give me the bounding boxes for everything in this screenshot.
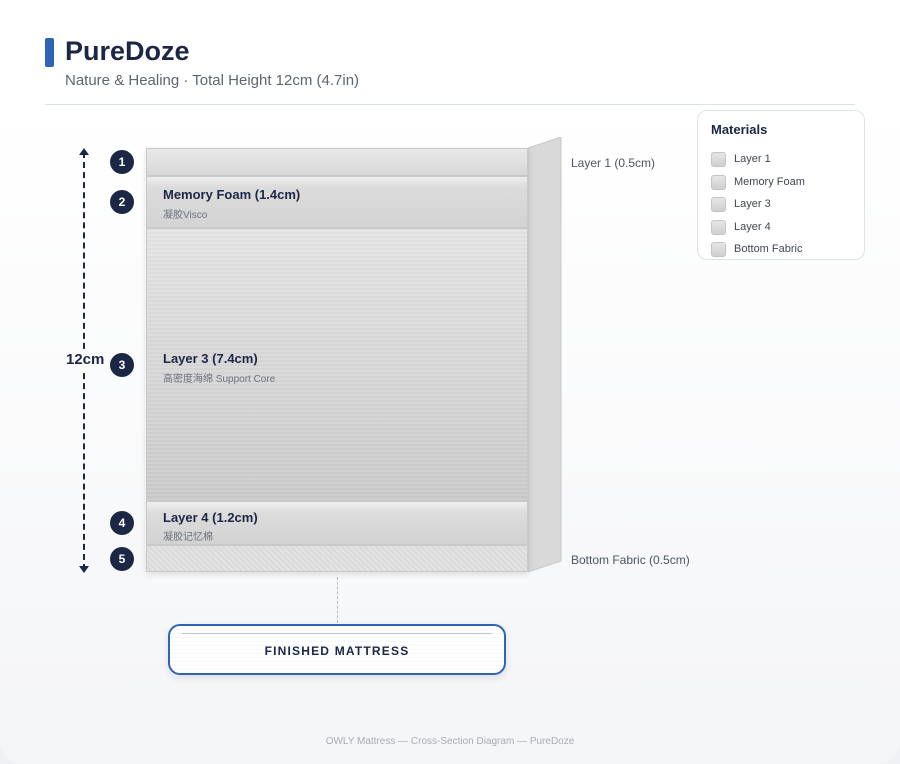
legend-item: Layer 1	[711, 151, 771, 167]
height-dimension-label: 12cm	[66, 350, 105, 369]
legend-label: Layer 4	[734, 221, 771, 233]
layer-2-desc: 凝胶Visco	[163, 210, 208, 221]
arrow-up-icon	[79, 148, 89, 155]
layer-2-name: Memory Foam (1.4cm)	[163, 187, 301, 202]
layer-4-name: Layer 4 (1.2cm)	[163, 510, 258, 525]
layer-2: Memory Foam (1.4cm) 凝胶Visco	[146, 176, 528, 228]
legend-label: Layer 3	[734, 198, 771, 210]
legend-label: Bottom Fabric	[734, 243, 803, 255]
legend-item: Memory Foam	[711, 174, 805, 190]
layer-badge-3: 3	[110, 353, 134, 377]
layer-5-side-label: Bottom Fabric (0.5cm)	[571, 553, 690, 567]
layer-5	[146, 545, 528, 572]
layer-badge-4: 4	[110, 511, 134, 535]
layer-4: Layer 4 (1.2cm) 凝胶记忆棉	[146, 501, 528, 545]
legend-item: Bottom Fabric	[711, 241, 802, 257]
layer-3-name: Layer 3 (7.4cm)	[163, 351, 258, 366]
legend-label: Layer 1	[734, 153, 771, 165]
layer-badge-2: 2	[110, 190, 134, 214]
finished-mattress-box: FINISHED MATTRESS	[168, 624, 506, 675]
page-subtitle: Nature & Healing · Total Height 12cm (4.…	[65, 72, 360, 89]
legend-item: Layer 3	[711, 196, 771, 212]
finished-connector	[337, 577, 338, 623]
page-title: PureDoze	[65, 36, 190, 66]
title-accent-bar	[45, 38, 54, 67]
materials-legend: Materials Layer 1 Memory Foam Layer 3 La…	[697, 110, 865, 260]
layer-1	[146, 148, 528, 176]
legend-swatch	[711, 219, 726, 235]
legend-item: Layer 4	[711, 219, 771, 235]
legend-label: Memory Foam	[734, 176, 805, 188]
layer-3-desc: 高密度海绵 Support Core	[163, 374, 276, 385]
legend-swatch	[711, 196, 726, 212]
mattress-side-face	[528, 137, 562, 573]
legend-swatch	[711, 151, 726, 167]
layer-4-desc: 凝胶记忆棉	[163, 532, 213, 543]
layer-1-side-label: Layer 1 (0.5cm)	[571, 156, 656, 170]
legend-title: Materials	[711, 122, 768, 137]
diagram-page: PureDoze Nature & Healing · Total Height…	[0, 0, 900, 764]
mattress-cross-section: Memory Foam (1.4cm) 凝胶Visco Layer 3 (7.4…	[146, 148, 528, 572]
arrow-down-icon	[79, 566, 89, 573]
legend-swatch	[711, 174, 726, 190]
finished-rule	[182, 633, 492, 634]
layer-badge-5: 5	[110, 547, 134, 571]
footer-caption: OWLY Mattress — Cross-Section Diagram — …	[325, 736, 575, 747]
finished-mattress-label: FINISHED MATTRESS	[264, 644, 410, 658]
header-divider	[45, 104, 855, 105]
layer-badge-1: 1	[110, 150, 134, 174]
legend-swatch	[711, 241, 726, 257]
layer-3: Layer 3 (7.4cm) 高密度海绵 Support Core	[146, 228, 528, 501]
